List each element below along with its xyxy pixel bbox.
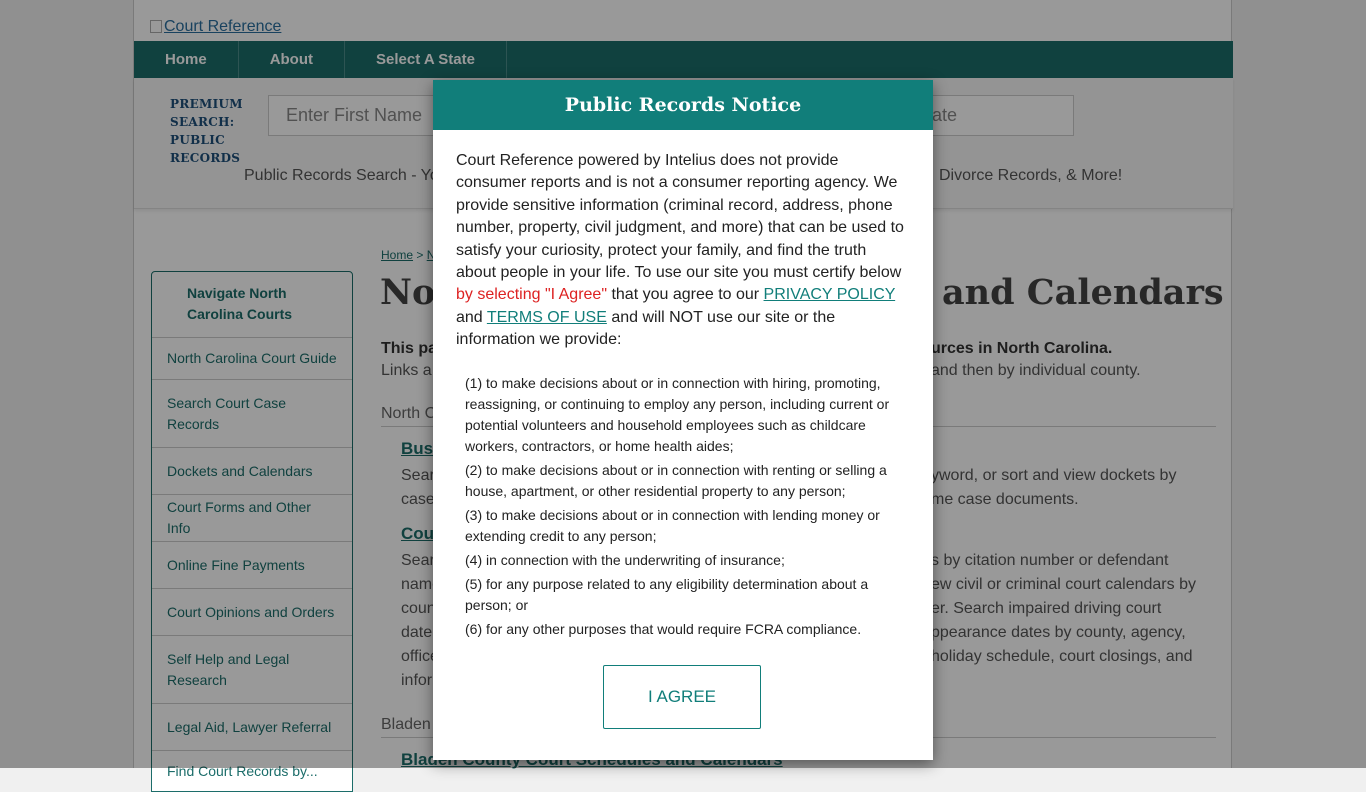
prohibited-uses-list: (1) to make decisions about or in connec… [456, 373, 909, 640]
i-agree-button[interactable]: I AGREE [603, 665, 761, 729]
prohibited-use-item: (5) for any purpose related to any eligi… [465, 575, 869, 613]
prohibited-use-item: (1) to make decisions about or in connec… [465, 374, 890, 454]
modal-body: Court Reference powered by Intelius does… [433, 130, 933, 640]
public-records-modal: Public Records Notice Court Reference po… [433, 80, 933, 760]
modal-intro: Court Reference powered by Intelius does… [456, 152, 904, 282]
prohibited-use-item: (3) to make decisions about or in connec… [465, 506, 880, 544]
prohibited-use-item: (4) in connection with the underwriting … [465, 551, 785, 568]
privacy-policy-link[interactable]: PRIVACY POLICY [764, 286, 896, 303]
modal-title: Public Records Notice [433, 80, 933, 130]
prohibited-use-item: (2) to make decisions about or in connec… [465, 461, 887, 499]
prohibited-use-item: (6) for any other purposes that would re… [465, 620, 862, 637]
terms-of-use-link[interactable]: TERMS OF USE [487, 309, 607, 326]
modal-agree-instruction: by selecting "I Agree" [456, 286, 607, 304]
